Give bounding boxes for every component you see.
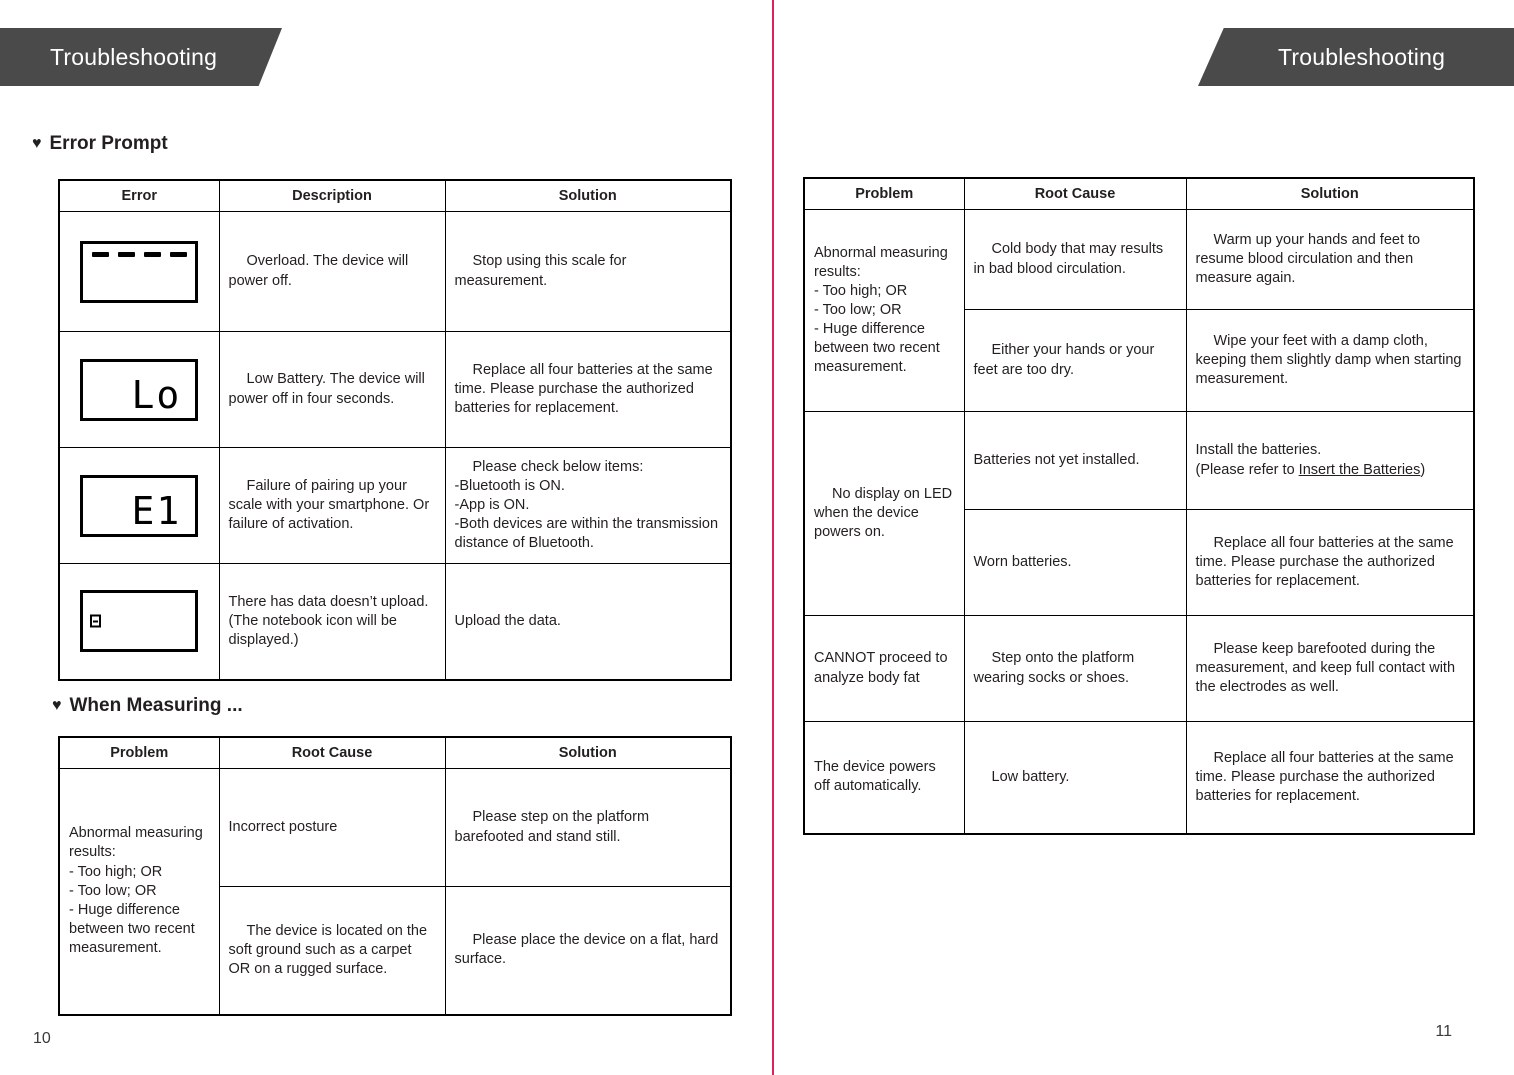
- column-header-problem: Problem: [803, 177, 965, 210]
- solution-text-suffix: ): [1420, 461, 1426, 478]
- dash-segment: [91, 251, 109, 257]
- table-header-row: Problem Root Cause Solution: [803, 177, 1475, 210]
- page-spread: Troubleshooting ♥ Error Prompt Error Des…: [0, 0, 1514, 1075]
- solution-cell: Replace all four batteries at the same t…: [1185, 509, 1475, 616]
- table-row: Lo Low Battery. The device will power of…: [58, 331, 732, 448]
- root-cause-cell: Cold body that may results in bad blood …: [963, 209, 1187, 310]
- error-description: Overload. The device will power off.: [218, 211, 446, 332]
- root-cause-cell: The device is located on the soft ground…: [218, 886, 446, 1015]
- error-solution: Replace all four batteries at the same t…: [444, 331, 732, 448]
- lcd-readout: E1: [131, 488, 182, 533]
- lcd-error-e1-icon: E1: [80, 474, 199, 537]
- left-banner-title: Troubleshooting: [50, 43, 218, 70]
- error-icon-cell: E1: [58, 447, 220, 564]
- right-page: Troubleshooting Problem Root Cause Solut…: [773, 0, 1514, 1075]
- dash-group: [83, 251, 195, 257]
- lcd-low-battery-icon: Lo: [80, 358, 199, 421]
- right-troubleshooting-table: Problem Root Cause Solution Abnormal mea…: [803, 177, 1475, 835]
- page-divider-line: [772, 0, 774, 1075]
- root-cause-cell: Batteries not yet installed.: [963, 411, 1187, 510]
- error-description: Failure of pairing up your scale with yo…: [218, 447, 446, 564]
- error-solution: Upload the data.: [444, 563, 732, 680]
- problem-cell: Abnormal measuring results: - Too high; …: [58, 768, 220, 1015]
- error-description: There has data doesn’t upload. (The note…: [218, 563, 446, 680]
- section-title-error-prompt: Error Prompt: [49, 133, 168, 154]
- column-header-root-cause: Root Cause: [218, 736, 446, 769]
- solution-cell: Please keep barefooted during the measur…: [1185, 615, 1475, 722]
- solution-cell: Replace all four batteries at the same t…: [1185, 721, 1475, 834]
- table-header-row: Problem Root Cause Solution: [58, 736, 732, 769]
- root-cause-cell: Worn batteries.: [963, 509, 1187, 616]
- column-header-error: Error: [58, 179, 220, 212]
- left-header-banner: Troubleshooting: [0, 28, 282, 86]
- root-cause-cell: Either your hands or your feet are too d…: [963, 309, 1187, 412]
- column-header-solution: Solution: [1185, 177, 1475, 210]
- section-heading-when-measuring: ♥ When Measuring ...: [52, 695, 243, 717]
- right-banner-title: Troubleshooting: [1278, 43, 1446, 70]
- problem-cell: Abnormal measuring results: - Too high; …: [803, 209, 965, 412]
- page-number-right: 11: [1435, 1023, 1452, 1040]
- table-row: There has data doesn’t upload. (The note…: [58, 563, 732, 680]
- error-solution: Stop using this scale for measurement.: [444, 211, 732, 332]
- table-row: Abnormal measuring results: - Too high; …: [58, 768, 732, 1015]
- solution-cell: Install the batteries. (Please refer to …: [1185, 411, 1475, 510]
- error-icon-cell: [58, 211, 220, 332]
- table-row: The device powers off automatically. Low…: [803, 721, 1475, 834]
- left-page: Troubleshooting ♥ Error Prompt Error Des…: [0, 0, 773, 1075]
- solution-cell: Please place the device on a flat, hard …: [444, 886, 732, 1015]
- table-row: No display on LED when the device powers…: [803, 411, 1475, 616]
- solution-cell: Warm up your hands and feet to resume bl…: [1185, 209, 1475, 310]
- dash-segment: [169, 251, 187, 257]
- lcd-overload-dashes-icon: [80, 240, 199, 303]
- solution-cell: Please step on the platform barefooted a…: [444, 768, 732, 887]
- error-description: Low Battery. The device will power off i…: [218, 331, 446, 448]
- section-heading-error-prompt: ♥ Error Prompt: [32, 133, 168, 155]
- page-number-left: 10: [33, 1030, 51, 1047]
- lcd-notebook-icon: [80, 590, 199, 653]
- table-row: Overload. The device will power off. Sto…: [58, 211, 732, 332]
- column-header-solution: Solution: [444, 179, 732, 212]
- error-icon-cell: [58, 563, 220, 680]
- notebook-icon: [90, 614, 102, 628]
- error-icon-cell: Lo: [58, 331, 220, 448]
- column-header-problem: Problem: [58, 736, 220, 769]
- problem-cell: No display on LED when the device powers…: [803, 411, 965, 616]
- root-cause-cell: Low battery.: [963, 721, 1187, 834]
- heart-bullet-icon: ♥: [32, 135, 42, 152]
- column-header-description: Description: [218, 179, 446, 212]
- column-header-solution: Solution: [444, 736, 732, 769]
- error-prompt-table: Error Description Solution Overload. The…: [58, 179, 732, 681]
- dash-segment: [117, 251, 135, 257]
- root-cause-cell: Incorrect posture: [218, 768, 446, 887]
- heart-bullet-icon: ♥: [52, 697, 62, 714]
- table-row: Abnormal measuring results: - Too high; …: [803, 209, 1475, 412]
- solution-cell: Wipe your feet with a damp cloth, keepin…: [1185, 309, 1475, 412]
- lcd-readout: Lo: [131, 372, 182, 417]
- column-header-root-cause: Root Cause: [963, 177, 1187, 210]
- when-measuring-table: Problem Root Cause Solution Abnormal mea…: [58, 736, 732, 1016]
- section-title-when-measuring: When Measuring ...: [69, 695, 243, 716]
- root-cause-cell: Step onto the platform wearing socks or …: [963, 615, 1187, 722]
- dash-segment: [143, 251, 161, 257]
- error-solution: Please check below items: -Bluetooth is …: [444, 447, 732, 564]
- table-row: E1 Failure of pairing up your scale with…: [58, 447, 732, 564]
- table-row: CANNOT proceed to analyze body fat Step …: [803, 615, 1475, 722]
- problem-cell: CANNOT proceed to analyze body fat: [803, 615, 965, 722]
- right-header-banner: Troubleshooting: [1198, 28, 1514, 86]
- table-header-row: Error Description Solution: [58, 179, 732, 212]
- insert-the-batteries-link[interactable]: Insert the Batteries: [1299, 462, 1421, 478]
- problem-cell: The device powers off automatically.: [803, 721, 965, 834]
